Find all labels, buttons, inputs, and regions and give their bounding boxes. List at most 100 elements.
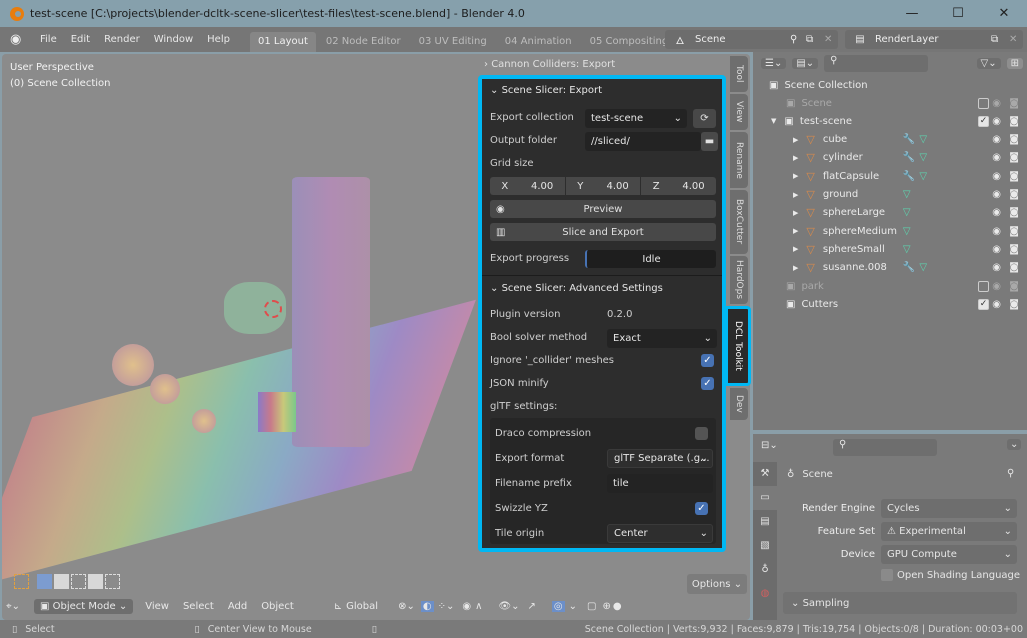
sidebar-tab-view[interactable]: View [730, 94, 748, 130]
scene-name[interactable]: Scene [695, 34, 790, 45]
export-format-dropdown[interactable]: glTF Separate (.g... ⌄ [607, 449, 713, 468]
slice-and-export-button[interactable]: ▥ Slice and Export [490, 223, 716, 241]
visibility-eye-icon[interactable]: ◉ [992, 98, 1001, 109]
visibility-eye-icon[interactable]: ◉ [992, 244, 1001, 255]
view-layer-tab-icon[interactable]: ▧ [753, 534, 777, 558]
tab-compositing[interactable]: 05 Compositing [582, 32, 677, 52]
outliner-search-input[interactable]: ⚲ [824, 55, 929, 72]
overlay-icon[interactable]: ◎ [551, 600, 565, 612]
expand-arrow-icon[interactable]: ▶ [793, 264, 798, 272]
menu-object[interactable]: Object [261, 601, 294, 612]
modifier-wrench-icon[interactable]: 🔧 [903, 134, 915, 145]
render-camera-icon[interactable]: ◙ [1009, 207, 1019, 218]
scene-slicer-export-header[interactable]: ⌄ Scene Slicer: Export [482, 79, 722, 101]
expand-arrow-icon[interactable]: ▶ [793, 136, 798, 144]
exclude-checkbox[interactable]: ✓ [978, 298, 989, 310]
preview-button[interactable]: ◉ Preview [490, 200, 716, 218]
swizzle-checkbox[interactable]: ✓ [695, 502, 708, 515]
menu-add[interactable]: Add [228, 601, 247, 612]
osl-checkbox[interactable] [881, 569, 893, 581]
menu-select[interactable]: Select [183, 601, 214, 612]
falloff-icon[interactable]: ∧ [475, 601, 482, 612]
expand-arrow-icon[interactable]: ▶ [793, 191, 798, 199]
select-subtract-icon[interactable] [71, 574, 86, 589]
visibility-eye-icon[interactable]: ◉ [992, 299, 1001, 310]
filter-type-icon[interactable]: ▤⌄ [792, 58, 819, 69]
export-collection-dropdown[interactable]: test-scene ⌄ [585, 109, 687, 128]
select-intersect-icon[interactable] [105, 574, 120, 589]
menu-render[interactable]: Render [104, 34, 140, 45]
render-tab-icon[interactable]: ▭ [753, 486, 777, 510]
blender-menu-icon[interactable]: ◉ [10, 32, 26, 47]
xray-icon[interactable]: ▢ [587, 601, 596, 612]
exclude-checkbox[interactable]: ✓ [978, 115, 989, 127]
properties-editor-type-icon[interactable]: ⊟⌄ [761, 440, 778, 451]
outliner-row[interactable]: ▣ park ◉ ◙ [753, 277, 1027, 295]
filter-icon[interactable]: ▽⌄ [976, 58, 1001, 69]
new-collection-icon[interactable]: ⊞ [1006, 58, 1023, 69]
menu-window[interactable]: Window [154, 34, 193, 45]
cannon-colliders-panel-header[interactable]: › Cannon Colliders: Export [484, 56, 722, 72]
visibility-eye-icon[interactable]: ◉ [992, 226, 1001, 237]
pin-icon[interactable]: ⚲ [790, 34, 806, 45]
properties-options-icon[interactable]: ⌄ [1007, 439, 1022, 450]
grid-z-field[interactable]: Z 4.00 [641, 177, 717, 195]
render-camera-icon[interactable]: ◙ [1009, 98, 1019, 109]
menu-edit[interactable]: Edit [71, 34, 90, 45]
options-button[interactable]: Options ⌄ [687, 574, 747, 594]
sidebar-tab-dcl-toolkit[interactable]: DCL Toolkit [725, 306, 751, 386]
tab-uv-editing[interactable]: 03 UV Editing [411, 32, 495, 52]
draco-checkbox[interactable] [695, 427, 708, 440]
expand-arrow-icon[interactable]: ▶ [793, 172, 798, 180]
sampling-panel-header[interactable]: ⌄ Sampling [783, 592, 1017, 614]
output-tab-icon[interactable]: ▤ [753, 510, 777, 534]
new-view-layer-icon[interactable]: ⧉ [991, 34, 1009, 45]
mesh-data-icon[interactable]: ▽ [919, 152, 927, 163]
tab-node-editor[interactable]: 02 Node Editor [318, 32, 409, 52]
visibility-eye-icon[interactable]: ◉ [992, 134, 1001, 145]
sidebar-tab-rename[interactable]: Rename [730, 132, 748, 188]
render-camera-icon[interactable]: ◙ [1009, 226, 1019, 237]
mesh-data-icon[interactable]: ▽ [903, 226, 911, 237]
cube-mesh[interactable] [258, 392, 296, 432]
solid-shading-icon[interactable]: ● [613, 601, 622, 612]
ignore-collider-checkbox[interactable]: ✓ [701, 354, 714, 367]
render-camera-icon[interactable]: ◙ [1009, 299, 1019, 310]
visibility-eye-icon[interactable]: ◉ [992, 207, 1001, 218]
grid-y-field[interactable]: Y 4.00 [565, 177, 641, 195]
outliner-row[interactable]: ▶ ▽ cylinder 🔧 ▽ ◉ ◙ [753, 149, 1027, 167]
view-layer-selector[interactable]: ▤ RenderLayer ⧉ ✕ [845, 30, 1023, 49]
gizmo-icon[interactable]: ↗ [527, 601, 535, 612]
outliner-row[interactable]: ▶ ▽ sphereLarge ▽ ◉ ◙ [753, 204, 1027, 222]
outliner-row[interactable]: ▶ ▽ sphereMedium ▽ ◉ ◙ [753, 222, 1027, 240]
wireframe-shading-icon[interactable]: ⊕ [602, 601, 610, 612]
orientation-selector[interactable]: Global [346, 601, 378, 612]
mesh-data-icon[interactable]: ▽ [903, 189, 911, 200]
exclude-checkbox[interactable] [978, 280, 989, 292]
visibility-eye-icon[interactable]: ◉ [992, 116, 1001, 127]
tab-layout[interactable]: 01 Layout [249, 32, 316, 52]
snap-target-icon[interactable]: ⁘⌄ [438, 601, 455, 612]
scene-tab-icon[interactable]: ♁ [753, 558, 777, 582]
render-camera-icon[interactable]: ◙ [1009, 134, 1019, 145]
json-minify-checkbox[interactable]: ✓ [701, 377, 714, 390]
tile-origin-dropdown[interactable]: Center ⌄ [607, 524, 713, 543]
expand-arrow-icon[interactable]: ▶ [793, 227, 798, 235]
tool-tab-icon[interactable]: ⚒ [753, 462, 777, 486]
ground-mesh[interactable] [2, 299, 476, 589]
world-tab-icon[interactable]: ◍ [753, 582, 777, 606]
expand-arrow-icon[interactable]: ▶ [793, 154, 798, 162]
render-camera-icon[interactable]: ◙ [1009, 189, 1019, 200]
remove-scene-icon[interactable]: ✕ [824, 34, 838, 45]
sidebar-tab-boxcutter[interactable]: BoxCutter [730, 190, 748, 254]
properties-search-input[interactable]: ⚲ [833, 439, 937, 456]
snap-icon[interactable]: ◐ [420, 600, 434, 612]
grid-x-field[interactable]: X 4.00 [490, 177, 565, 195]
visibility-eye-icon[interactable]: ◉ [992, 152, 1001, 163]
render-camera-icon[interactable]: ◙ [1009, 262, 1019, 273]
outliner-row[interactable]: ▶ ▽ cube 🔧 ▽ ◉ ◙ [753, 131, 1027, 149]
render-camera-icon[interactable]: ◙ [1009, 152, 1019, 163]
sphere-small-mesh[interactable] [192, 409, 216, 433]
menu-help[interactable]: Help [207, 34, 230, 45]
modifier-wrench-icon[interactable]: 🔧 [903, 262, 915, 273]
